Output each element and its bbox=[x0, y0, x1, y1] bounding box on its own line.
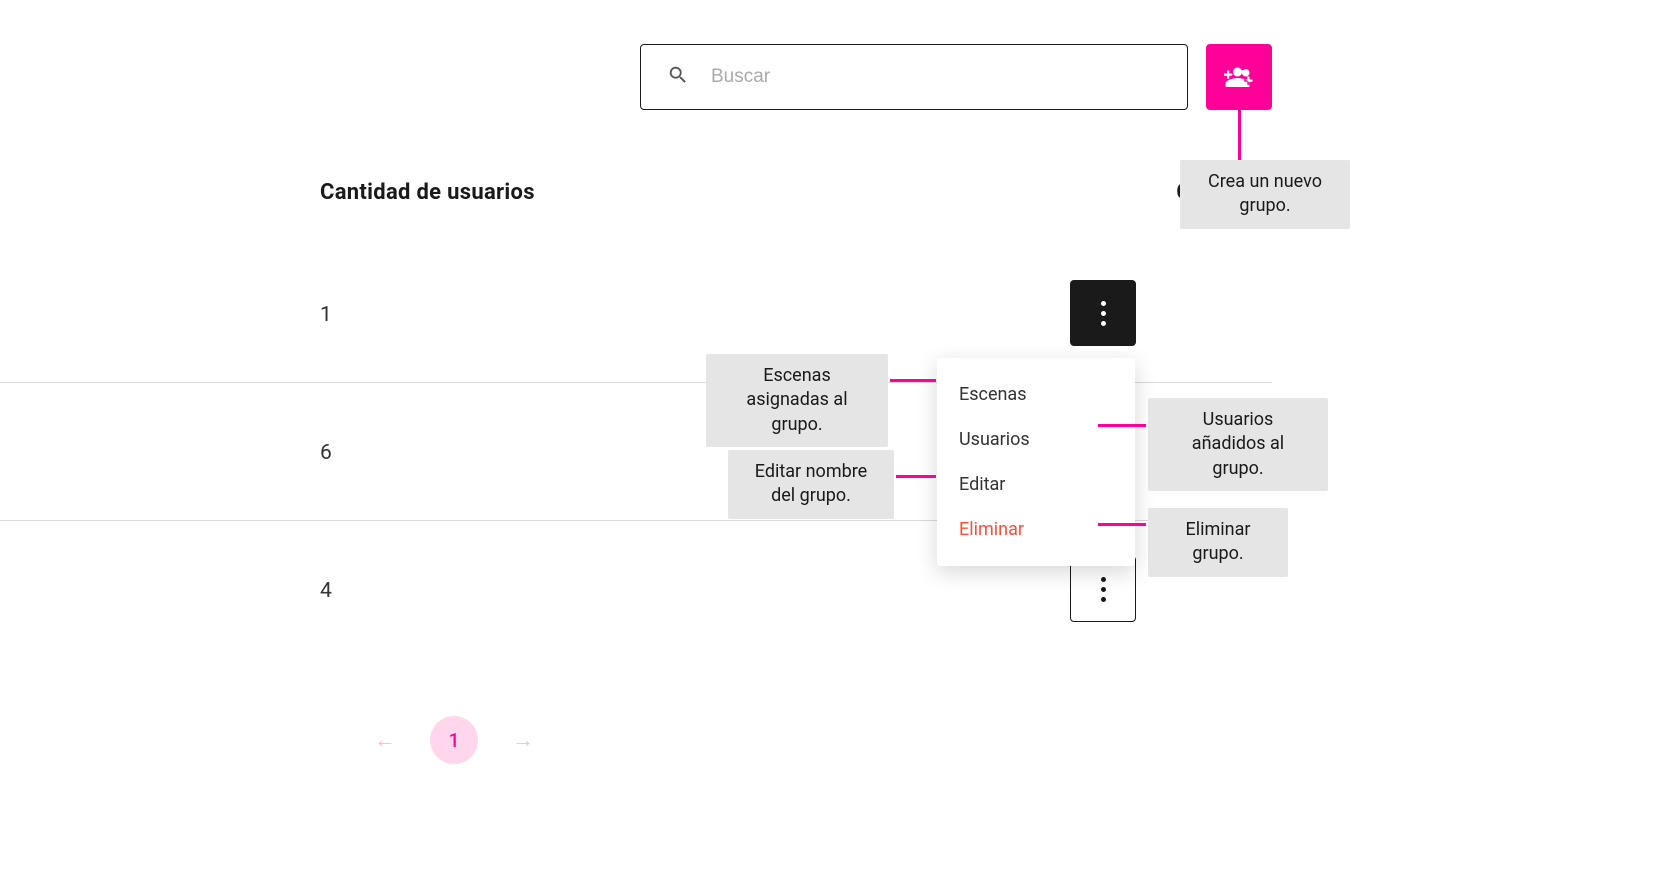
search-icon bbox=[667, 64, 689, 90]
table-header: Cantidad de usuarios Grupos: 3 bbox=[320, 180, 1272, 205]
menu-item-editar[interactable]: Editar bbox=[937, 462, 1135, 507]
connector-line bbox=[1238, 110, 1241, 160]
group-add-icon bbox=[1221, 57, 1257, 97]
more-vertical-icon bbox=[1101, 301, 1106, 326]
row-menu-button[interactable] bbox=[1070, 280, 1136, 346]
row-actions-menu: Escenas Usuarios Editar Eliminar bbox=[937, 358, 1135, 566]
connector-line bbox=[890, 379, 936, 382]
menu-item-escenas[interactable]: Escenas bbox=[937, 372, 1135, 417]
column-header-user-count: Cantidad de usuarios bbox=[320, 180, 535, 205]
more-vertical-icon bbox=[1101, 577, 1106, 602]
menu-item-eliminar[interactable]: Eliminar bbox=[937, 507, 1135, 552]
user-count-value: 1 bbox=[320, 303, 332, 327]
search-input[interactable] bbox=[711, 66, 1161, 88]
user-count-value: 6 bbox=[320, 441, 332, 465]
connector-line bbox=[896, 475, 936, 478]
top-toolbar bbox=[640, 44, 1272, 110]
user-count-value: 4 bbox=[320, 579, 332, 603]
pagination-page-1[interactable]: 1 bbox=[430, 716, 478, 764]
arrow-left-icon: ← bbox=[374, 728, 396, 753]
pagination-next[interactable]: → bbox=[512, 727, 534, 753]
callout-create-group: Crea un nuevo grupo. bbox=[1180, 160, 1350, 229]
callout-usuarios: Usuarios añadidos al grupo. bbox=[1148, 398, 1328, 491]
callout-escenas: Escenas asignadas al grupo. bbox=[706, 354, 888, 447]
callout-editar: Editar nombre del grupo. bbox=[728, 450, 894, 519]
connector-line bbox=[1098, 424, 1146, 427]
pagination-prev[interactable]: ← bbox=[374, 727, 396, 753]
add-group-button[interactable] bbox=[1206, 44, 1272, 110]
arrow-right-icon: → bbox=[512, 728, 534, 753]
pagination: ← 1 → bbox=[374, 716, 534, 764]
search-box[interactable] bbox=[640, 44, 1188, 110]
callout-eliminar: Eliminar grupo. bbox=[1148, 508, 1288, 577]
connector-line bbox=[1098, 523, 1146, 526]
